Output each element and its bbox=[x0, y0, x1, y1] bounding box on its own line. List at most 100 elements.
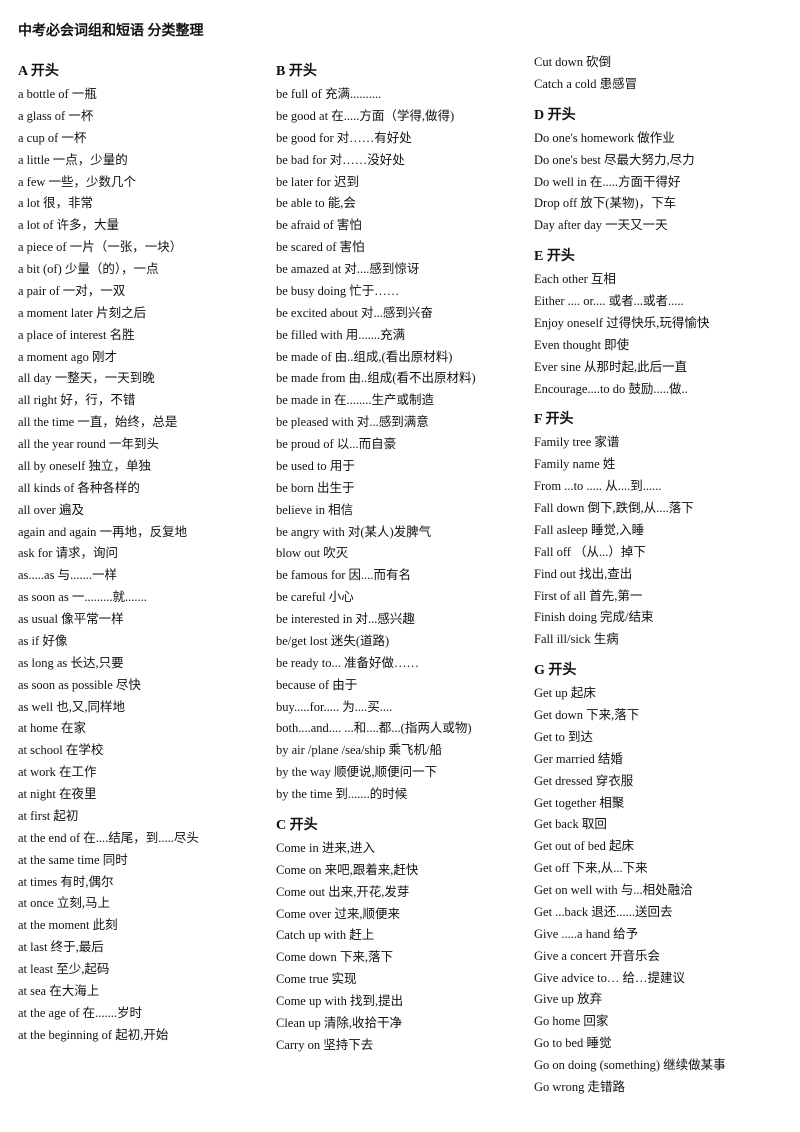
list-item: Go home 回家 bbox=[534, 1011, 782, 1033]
entry-chinese: 尽快 bbox=[116, 678, 141, 692]
list-item: all the year round 一年到头 bbox=[18, 434, 266, 456]
entry-english: believe in bbox=[276, 503, 328, 517]
list-item: as.....as 与.......一样 bbox=[18, 565, 266, 587]
entry-english: Drop off bbox=[534, 196, 580, 210]
list-item: Drop off 放下(某物)，下车 bbox=[534, 193, 782, 215]
entry-english: Give advice to… bbox=[534, 971, 623, 985]
list-item: be famous for 因....而有名 bbox=[276, 565, 524, 587]
entry-chinese: 各种各样的 bbox=[77, 481, 140, 495]
list-item: be good at 在.....方面（学得,做得) bbox=[276, 106, 524, 128]
entry-chinese: 来吧,跟着来,赶快 bbox=[325, 863, 419, 877]
entry-english: Do well in bbox=[534, 175, 590, 189]
entry-english: Do one's homework bbox=[534, 131, 637, 145]
entry-english: all right bbox=[18, 393, 60, 407]
entry-chinese: 即使 bbox=[604, 338, 629, 352]
entry-english: From ...to ..... bbox=[534, 479, 605, 493]
entry-english: a bit (of) bbox=[18, 262, 65, 276]
entry-english: at home bbox=[18, 721, 61, 735]
entry-english: Carry on bbox=[276, 1038, 323, 1052]
list-item: buy.....for..... 为....买.... bbox=[276, 697, 524, 719]
list-item: at the moment 此刻 bbox=[18, 915, 266, 937]
entry-english: at least bbox=[18, 962, 56, 976]
list-item: Clean up 清除,收拾干净 bbox=[276, 1013, 524, 1035]
entry-chinese: 过得快乐,玩得愉快 bbox=[606, 316, 709, 330]
entry-chinese: 起床 bbox=[609, 839, 634, 853]
entry-chinese: 对...感到兴奋 bbox=[361, 306, 433, 320]
entry-chinese: 在.....方面干得好 bbox=[590, 175, 681, 189]
entry-english: Come out bbox=[276, 885, 328, 899]
list-item: at school 在学校 bbox=[18, 740, 266, 762]
entry-chinese: 退还......送回去 bbox=[591, 905, 672, 919]
section-header: G 开头 bbox=[534, 659, 782, 679]
entry-english: at the end of bbox=[18, 831, 83, 845]
entry-english: as.....as bbox=[18, 568, 58, 582]
entry-english: Find out bbox=[534, 567, 579, 581]
entry-english: be born bbox=[276, 481, 317, 495]
entry-chinese: 害怕 bbox=[340, 240, 365, 254]
entry-chinese: 在家 bbox=[61, 721, 86, 735]
entry-chinese: 终于,最后 bbox=[51, 940, 104, 954]
entry-chinese: 能,会 bbox=[328, 196, 356, 210]
list-item: all day 一整天，一天到晚 bbox=[18, 368, 266, 390]
entry-chinese: 到.......的时候 bbox=[335, 787, 407, 801]
entry-english: a moment later bbox=[18, 306, 96, 320]
entry-chinese: 下来,落下 bbox=[586, 708, 639, 722]
list-item: be ready to... 准备好做…… bbox=[276, 653, 524, 675]
entry-chinese: 从....到...... bbox=[605, 479, 661, 493]
list-item: Come over 过来,顺便来 bbox=[276, 904, 524, 926]
list-item: Give advice to… 给…提建议 bbox=[534, 968, 782, 990]
list-item: a little 一点，少量的 bbox=[18, 150, 266, 172]
list-item: a cup of 一杯 bbox=[18, 128, 266, 150]
entry-chinese: 迷失(道路) bbox=[331, 634, 389, 648]
entry-chinese: 一直，始终，总是 bbox=[77, 415, 177, 429]
list-item: Even thought 即使 bbox=[534, 335, 782, 357]
list-item: at least 至少,起码 bbox=[18, 959, 266, 981]
list-item: Catch a cold 患感冒 bbox=[534, 74, 782, 96]
list-item: at the same time 同时 bbox=[18, 850, 266, 872]
entry-chinese: 一整天，一天到晚 bbox=[55, 371, 155, 385]
entry-chinese: 在.....方面（学得,做得) bbox=[331, 109, 454, 123]
list-item: Come true 实现 bbox=[276, 969, 524, 991]
list-item: Come up with 找到,提出 bbox=[276, 991, 524, 1013]
entry-chinese: 给予 bbox=[613, 927, 638, 941]
column-a: A 开头a bottle of 一瓶a glass of 一杯a cup of … bbox=[18, 52, 276, 1047]
main-columns: A 开头a bottle of 一瓶a glass of 一杯a cup of … bbox=[18, 52, 782, 1099]
entry-english: be busy doing bbox=[276, 284, 349, 298]
list-item: be filled with 用.......充满 bbox=[276, 325, 524, 347]
entry-english: at the moment bbox=[18, 918, 93, 932]
entry-chinese: 一年到头 bbox=[109, 437, 159, 451]
entry-chinese: 到达 bbox=[568, 730, 593, 744]
entry-chinese: 少量（的），一点 bbox=[65, 262, 159, 276]
entry-chinese: 回家 bbox=[583, 1014, 608, 1028]
list-item: Give up 放弃 bbox=[534, 989, 782, 1011]
entry-english: be bad for bbox=[276, 153, 330, 167]
entry-english: Get on well with bbox=[534, 883, 621, 897]
list-item: be later for 迟到 bbox=[276, 172, 524, 194]
list-item: Either .... or.... 或者...或者..... bbox=[534, 291, 782, 313]
list-item: at once 立刻,马上 bbox=[18, 893, 266, 915]
list-item: Come on 来吧,跟着来,赶快 bbox=[276, 860, 524, 882]
entry-chinese: 用.......充满 bbox=[346, 328, 405, 342]
entry-english: be angry with bbox=[276, 525, 348, 539]
entry-chinese: 睡觉,入睡 bbox=[591, 523, 644, 537]
entry-english: a lot of bbox=[18, 218, 57, 232]
list-item: at the end of 在....结尾，到.....尽头 bbox=[18, 828, 266, 850]
entry-english: be pleased with bbox=[276, 415, 357, 429]
entry-english: at first bbox=[18, 809, 53, 823]
entry-chinese: 完成/结束 bbox=[600, 610, 653, 624]
list-item: be busy doing 忙于…… bbox=[276, 281, 524, 303]
entry-chinese: 清除,收拾干净 bbox=[324, 1016, 402, 1030]
list-item: believe in 相信 bbox=[276, 500, 524, 522]
entry-chinese: 有时,偶尔 bbox=[60, 875, 113, 889]
entry-english: Go wrong bbox=[534, 1080, 587, 1094]
entry-chinese: 害怕 bbox=[337, 218, 362, 232]
entry-chinese: 一再地，反复地 bbox=[100, 525, 188, 539]
entry-chinese: 一对，一双 bbox=[63, 284, 126, 298]
entry-english: be careful bbox=[276, 590, 329, 604]
entry-chinese: 起床 bbox=[571, 686, 596, 700]
entry-english: a place of interest bbox=[18, 328, 110, 342]
entry-chinese: 刚才 bbox=[92, 350, 117, 364]
entry-chinese: 给…提建议 bbox=[623, 971, 686, 985]
entry-chinese: 名胜 bbox=[110, 328, 135, 342]
entry-english: because of bbox=[276, 678, 332, 692]
